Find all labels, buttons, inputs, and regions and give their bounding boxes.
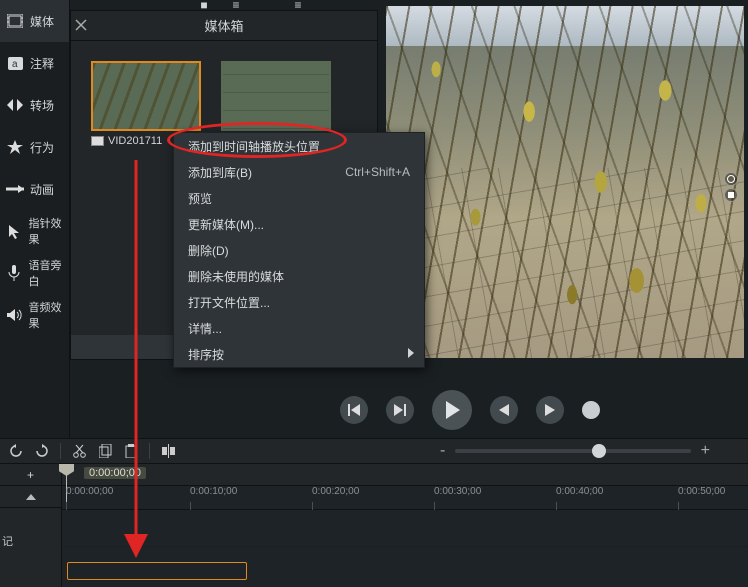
media-bin-title: 媒体箱	[71, 11, 377, 41]
ctx-add-to-timeline-playhead[interactable]: 添加到时间轴播放头位置	[174, 133, 424, 159]
canvas-rotate-handle[interactable]	[724, 172, 738, 186]
paste-button[interactable]	[123, 443, 139, 459]
note-icon: a	[6, 54, 24, 72]
timeline-track-header: + 记	[0, 464, 62, 587]
ruler-tick: 0:00:40;00	[556, 486, 603, 497]
redo-button[interactable]	[34, 443, 50, 459]
ctx-label: 详情...	[188, 320, 222, 337]
sidebar-item-audio-effects[interactable]: 音频效果	[0, 294, 69, 336]
ctx-add-to-library[interactable]: 添加到库(B) Ctrl+Shift+A	[174, 159, 424, 185]
sidebar-label: 注释	[30, 55, 54, 72]
transition-icon	[6, 96, 24, 114]
ctx-delete-unused-media[interactable]: 删除未使用的媒体	[174, 263, 424, 289]
zoom-slider[interactable]: - +	[440, 442, 740, 460]
copy-button[interactable]	[97, 443, 113, 459]
zoom-out-icon[interactable]: -	[440, 442, 445, 460]
preview-content	[386, 6, 744, 358]
play-button[interactable]	[432, 390, 472, 430]
canvas-handle-group	[724, 172, 738, 202]
sidebar-item-transitions[interactable]: 转场	[0, 84, 69, 126]
current-time: 0:00:00;00	[84, 467, 146, 479]
sidebar-label: 行为	[30, 139, 54, 156]
zoom-in-icon[interactable]: +	[701, 442, 710, 460]
ctx-delete[interactable]: 删除(D)	[174, 237, 424, 263]
ctx-label: 删除(D)	[188, 242, 229, 259]
timeline-ruler[interactable]: 0:00:00;00 0:00:10;00 0:00:20;00 0:00:30…	[62, 486, 748, 510]
sidebar-item-cursor-effects[interactable]: 指针效果	[0, 210, 69, 252]
preview-canvas[interactable]	[386, 6, 744, 358]
sidebar-item-annotations[interactable]: a 注释	[0, 42, 69, 84]
ruler-tick: 0:00:00;00	[66, 486, 113, 497]
track-record-label: 记	[2, 533, 13, 549]
clip-drop-placeholder[interactable]	[67, 562, 247, 580]
split-button[interactable]	[160, 443, 176, 459]
sidebar: 媒体 a 注释 转场 行为 动画 指针效果 语音旁白	[0, 0, 70, 440]
media-clip-name: VID201711	[108, 135, 162, 147]
sidebar-label: 动画	[30, 181, 54, 198]
sidebar-label: 语音旁白	[29, 257, 69, 289]
top-icon-row: ■ ≡ ≡	[196, 0, 306, 10]
ruler-tick: 0:00:20;00	[312, 486, 359, 497]
mic-icon	[6, 264, 23, 282]
media-thumbnail	[221, 61, 331, 131]
timeline-toolbar: - +	[0, 438, 748, 464]
ctx-shortcut: Ctrl+Shift+A	[345, 165, 410, 179]
zoom-knob[interactable]	[592, 444, 606, 458]
media-thumbnail	[91, 61, 201, 131]
ruler-tick: 0:00:10;00	[190, 486, 237, 497]
ctx-details[interactable]: 详情...	[174, 315, 424, 341]
sidebar-item-behaviors[interactable]: 行为	[0, 126, 69, 168]
ctx-preview[interactable]: 预览	[174, 185, 424, 211]
playback-controls	[320, 390, 620, 430]
ctx-label: 打开文件位置...	[188, 294, 270, 311]
sidebar-item-media[interactable]: 媒体	[0, 0, 69, 42]
zoom-track[interactable]	[455, 449, 690, 453]
cursor-icon	[6, 222, 23, 240]
svg-text:a: a	[12, 59, 18, 70]
step-back-button[interactable]	[490, 396, 518, 424]
step-forward-button[interactable]	[536, 396, 564, 424]
undo-button[interactable]	[8, 443, 24, 459]
behavior-icon	[6, 138, 24, 156]
ctx-update-media[interactable]: 更新媒体(M)...	[174, 211, 424, 237]
prev-frame-button[interactable]	[340, 396, 368, 424]
ctx-label: 更新媒体(M)...	[188, 216, 264, 233]
submenu-arrow-icon	[408, 347, 414, 361]
record-indicator[interactable]	[582, 401, 600, 419]
close-icon[interactable]	[75, 19, 89, 33]
timeline-tracks[interactable]	[62, 510, 748, 587]
ctx-open-file-location[interactable]: 打开文件位置...	[174, 289, 424, 315]
ctx-label: 添加到库(B)	[188, 164, 252, 181]
sidebar-label: 转场	[30, 97, 54, 114]
sidebar-label: 音频效果	[29, 299, 69, 331]
ctx-label: 删除未使用的媒体	[188, 268, 284, 285]
ctx-label: 添加到时间轴播放头位置	[188, 138, 320, 155]
canvas-resize-handle[interactable]	[724, 188, 738, 202]
animation-icon	[6, 180, 24, 198]
film-icon	[6, 12, 24, 30]
top-icon-1[interactable]: ■	[196, 0, 212, 10]
timeline-time-bar[interactable]: 0:00:00;00	[62, 464, 748, 486]
timeline-panel: + 记 0:00:00;00 0:00:00;00 0:00:10;00 0:0…	[0, 464, 748, 587]
next-frame-button[interactable]	[386, 396, 414, 424]
ctx-sort-by[interactable]: 排序按	[174, 341, 424, 367]
context-menu: 添加到时间轴播放头位置 添加到库(B) Ctrl+Shift+A 预览 更新媒体…	[173, 132, 425, 368]
cut-button[interactable]	[71, 443, 87, 459]
video-file-icon	[91, 136, 104, 146]
sidebar-label: 指针效果	[29, 215, 69, 247]
top-icon-2[interactable]: ≡	[228, 0, 244, 10]
ruler-tick: 0:00:30;00	[434, 486, 481, 497]
preview-panel	[378, 0, 748, 435]
sidebar-item-animations[interactable]: 动画	[0, 168, 69, 210]
media-bin-title-text: 媒体箱	[204, 16, 243, 35]
ruler-tick: 0:00:50;00	[678, 486, 725, 497]
sidebar-item-voice-narration[interactable]: 语音旁白	[0, 252, 69, 294]
top-icon-3[interactable]: ≡	[290, 0, 306, 10]
add-track-button[interactable]: +	[0, 464, 61, 486]
audio-icon	[6, 306, 23, 324]
ctx-label: 排序按	[188, 346, 224, 363]
sidebar-label: 媒体	[30, 13, 54, 30]
collapse-tracks-button[interactable]	[0, 486, 61, 508]
ctx-label: 预览	[188, 190, 212, 207]
